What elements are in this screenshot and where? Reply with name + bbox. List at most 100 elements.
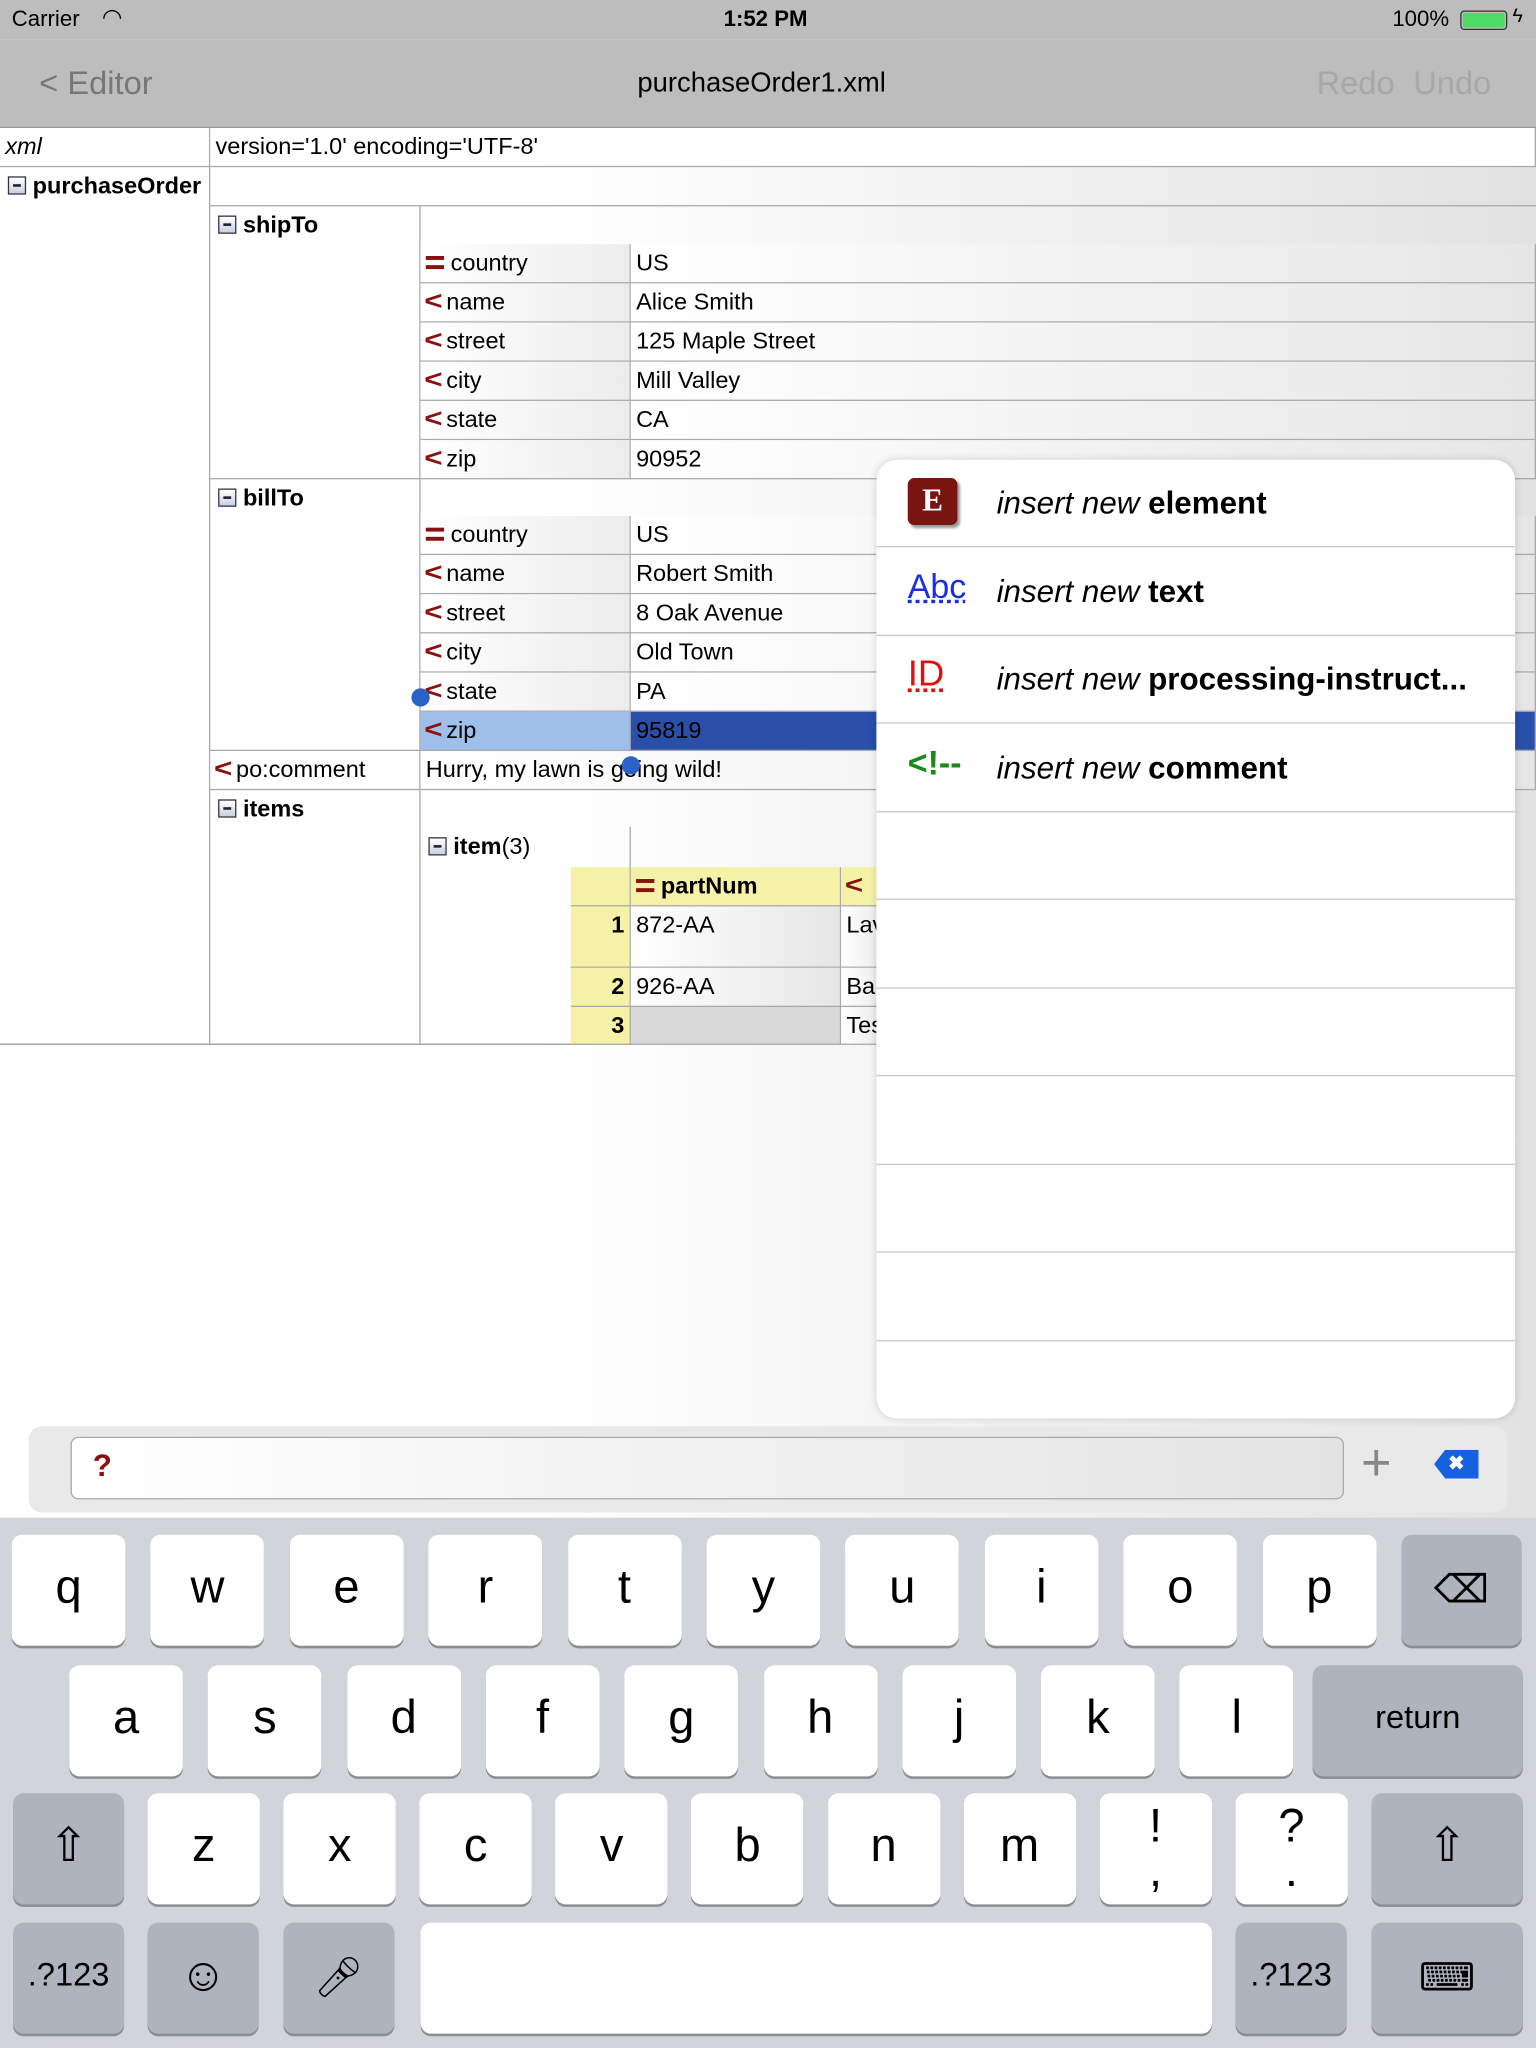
node-value[interactable]: CA: [630, 400, 1536, 441]
key-i[interactable]: i: [984, 1534, 1099, 1646]
insert-popover: Einsert new element Abc insert new text ID i…: [876, 459, 1516, 1419]
key-j[interactable]: j: [902, 1665, 1016, 1777]
node-label: name: [446, 560, 506, 587]
space-key[interactable]: [420, 1922, 1213, 2034]
node-name[interactable]: < name: [420, 283, 631, 323]
backspace-key[interactable]: ⌫: [1401, 1534, 1522, 1646]
key-r[interactable]: r: [428, 1534, 543, 1646]
node-city[interactable]: < city: [420, 361, 631, 401]
key-u[interactable]: u: [845, 1534, 960, 1646]
back-button[interactable]: < Editor: [39, 65, 152, 103]
prefix: insert new: [996, 574, 1140, 610]
node-label: street: [446, 599, 506, 626]
node-street[interactable]: < street: [420, 322, 631, 362]
key-a[interactable]: a: [69, 1665, 183, 1777]
xml-decl-name[interactable]: xml: [0, 127, 211, 168]
key-exclamation[interactable]: ! ,: [1099, 1793, 1212, 1905]
element-icon: <: [424, 637, 443, 667]
node-city[interactable]: < city: [420, 633, 631, 673]
dismiss-keyboard-key[interactable]: ⌨: [1371, 1922, 1523, 2034]
partnum-cell[interactable]: [630, 1007, 842, 1045]
battery-label: 100%: [1392, 6, 1450, 32]
column-header-partNum[interactable]: partNum: [630, 867, 842, 907]
key-n[interactable]: n: [827, 1793, 940, 1905]
popover-item-element[interactable]: Einsert new element: [876, 460, 1516, 548]
clear-icon[interactable]: ✖: [1434, 1449, 1479, 1479]
node-value[interactable]: 125 Maple Street: [630, 322, 1536, 362]
node-label: billTo: [242, 484, 304, 511]
collapse-icon[interactable]: [218, 488, 237, 507]
node-items[interactable]: items: [210, 790, 421, 1045]
key-g[interactable]: g: [624, 1665, 739, 1777]
node-zip[interactable]: < zip: [420, 440, 631, 480]
key-x[interactable]: x: [283, 1793, 396, 1905]
popover-item-label: insert new text: [997, 548, 1500, 636]
key-v[interactable]: v: [555, 1793, 668, 1905]
node-shipTo[interactable]: shipTo: [210, 206, 421, 480]
key-k[interactable]: k: [1041, 1665, 1155, 1777]
node-billTo[interactable]: billTo: [210, 479, 421, 752]
element-icon: <: [424, 404, 443, 434]
key-l[interactable]: l: [1179, 1665, 1294, 1777]
key-y[interactable]: y: [706, 1534, 821, 1646]
popover-item-text[interactable]: Abc insert new text: [876, 548, 1516, 636]
popover-item-label: insert new processing-instruct...: [997, 636, 1500, 724]
shift-key-left[interactable]: ⇧: [13, 1793, 125, 1905]
node-zip[interactable]: < zip: [420, 711, 631, 752]
undo-button[interactable]: Undo: [1413, 65, 1491, 103]
node-country[interactable]: country: [420, 515, 631, 556]
collapse-icon[interactable]: [218, 799, 237, 818]
node-label: item: [453, 833, 502, 860]
key-e[interactable]: e: [289, 1534, 404, 1646]
prefix: insert new: [996, 750, 1140, 786]
node-label: shipTo: [242, 211, 319, 238]
element-icon: <: [424, 715, 443, 745]
dictation-key[interactable]: 🎤︎: [283, 1922, 395, 2034]
partnum-cell[interactable]: 872-AA: [630, 906, 842, 968]
node-value[interactable]: US: [630, 244, 1536, 284]
key-w[interactable]: w: [150, 1534, 265, 1646]
return-key[interactable]: return: [1312, 1665, 1523, 1777]
node-state[interactable]: < state: [420, 400, 631, 441]
node-state[interactable]: < state: [420, 672, 631, 712]
node-purchaseOrder[interactable]: purchaseOrder: [0, 167, 211, 1045]
key-h[interactable]: h: [763, 1665, 878, 1777]
redo-button[interactable]: Redo: [1317, 65, 1395, 103]
node-po-comment[interactable]: < po:comment: [210, 751, 421, 791]
key-question[interactable]: ? .: [1235, 1793, 1348, 1905]
numbers-key-left[interactable]: .?123: [13, 1922, 125, 2034]
key-t[interactable]: t: [567, 1534, 682, 1646]
node-input[interactable]: ?: [70, 1436, 1344, 1500]
shift-key-right[interactable]: ⇧: [1371, 1793, 1523, 1905]
node-value[interactable]: Alice Smith: [630, 283, 1536, 323]
node-country[interactable]: country: [420, 244, 631, 284]
key-p[interactable]: p: [1262, 1534, 1377, 1646]
xml-decl-value[interactable]: version='1.0' encoding='UTF-8': [210, 127, 1536, 168]
numbers-key-right[interactable]: .?123: [1235, 1922, 1347, 2034]
key-q[interactable]: q: [11, 1534, 126, 1646]
key-d[interactable]: d: [346, 1665, 461, 1777]
partnum-cell[interactable]: 926-AA: [630, 967, 842, 1008]
node-name[interactable]: < name: [420, 555, 631, 595]
key-s[interactable]: s: [208, 1665, 322, 1777]
key-f[interactable]: f: [485, 1665, 600, 1777]
emoji-key[interactable]: ☺: [147, 1922, 259, 2034]
key-z[interactable]: z: [147, 1793, 260, 1905]
collapse-icon[interactable]: [428, 837, 447, 856]
selection-handle-end[interactable]: [621, 756, 640, 775]
key-b[interactable]: b: [691, 1793, 804, 1905]
comment-icon: <!--: [907, 742, 962, 782]
node-label: city: [446, 367, 482, 394]
collapse-icon[interactable]: [7, 176, 27, 195]
key-m[interactable]: m: [963, 1793, 1076, 1905]
popover-item-processing-instruct[interactable]: ID insert new processing-instruct...: [876, 636, 1516, 724]
add-icon[interactable]: +: [1361, 1434, 1392, 1493]
selection-handle-start[interactable]: [411, 688, 430, 707]
node-street[interactable]: < street: [420, 594, 631, 634]
node-value[interactable]: Mill Valley: [630, 361, 1536, 401]
collapse-icon[interactable]: [218, 215, 237, 234]
processing-instruction-icon: ID: [907, 653, 945, 694]
popover-item-comment[interactable]: <!-- insert new comment: [876, 724, 1516, 812]
key-c[interactable]: c: [419, 1793, 532, 1905]
key-o[interactable]: o: [1123, 1534, 1238, 1646]
